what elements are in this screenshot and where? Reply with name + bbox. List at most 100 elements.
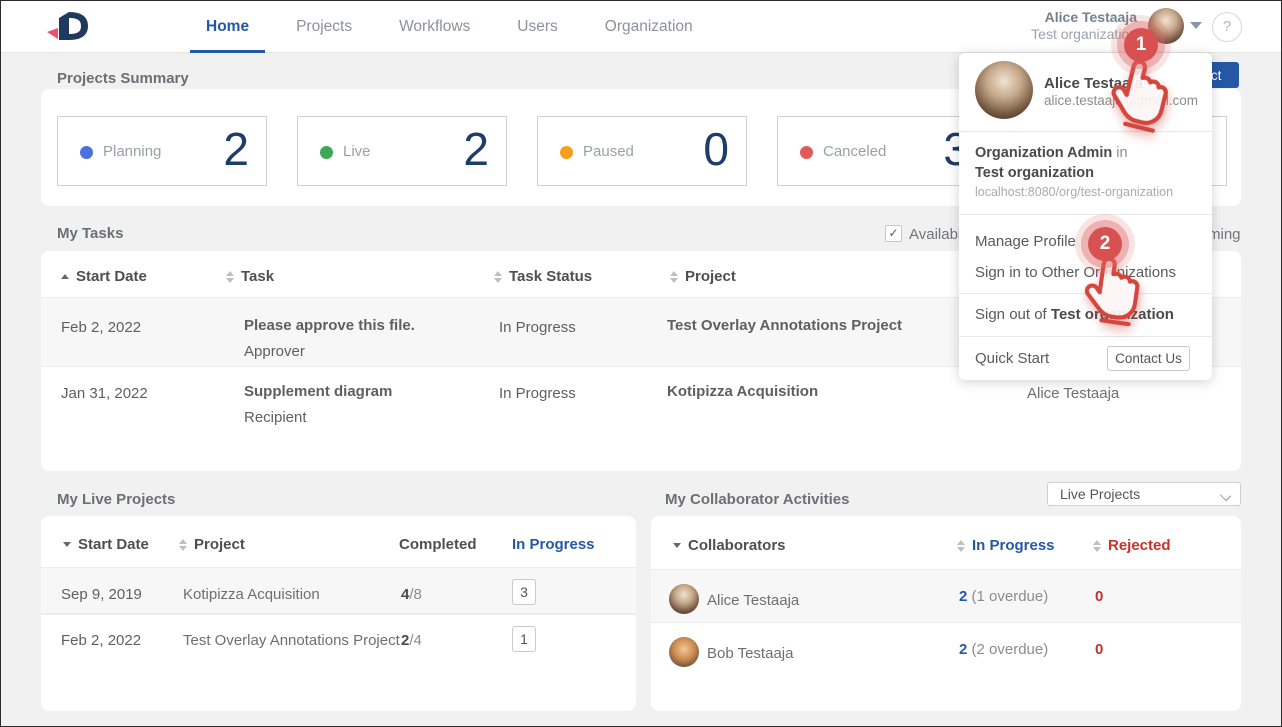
column-label: Start Date [78, 536, 149, 553]
sort-icon [226, 271, 234, 283]
nav-tab-organization[interactable]: Organization [605, 1, 693, 53]
stat-card-paused: Paused 0 [537, 116, 747, 186]
collaborator-activities-title: My Collaborator Activities [665, 491, 849, 508]
live-col-project[interactable]: Project [179, 536, 245, 553]
planning-status-dot-icon [80, 146, 93, 159]
nav-tab-home[interactable]: Home [206, 1, 249, 53]
user-dropdown-menu: Alice Testaaja alice.testaaja@gmail.com … [959, 53, 1212, 380]
stat-value: 2 [223, 122, 248, 176]
column-label: Project [685, 268, 736, 285]
column-label: Collaborators [688, 537, 786, 554]
chevron-down-icon [1220, 490, 1231, 501]
menu-item-sign-out[interactable]: Sign out of Test organization [975, 306, 1174, 323]
task-project: Kotipizza Acquisition [667, 383, 818, 400]
nav-tab-users[interactable]: Users [517, 1, 557, 53]
column-label: In Progress [972, 537, 1055, 554]
user-name: Alice Testaaja [937, 9, 1137, 26]
task-role: Recipient [244, 409, 307, 426]
task-name: Please approve this file. [244, 317, 415, 334]
collaborator-name: Bob Testaaja [707, 645, 793, 662]
menu-item-quick-start[interactable]: Quick Start [975, 350, 1049, 367]
stat-label: Planning [103, 143, 161, 160]
tasks-col-project[interactable]: Project [670, 268, 736, 285]
nav-tab-projects[interactable]: Projects [296, 1, 352, 53]
canceled-status-dot-icon [800, 146, 813, 159]
column-label: Completed [399, 536, 477, 553]
chevron-down-icon[interactable] [1190, 22, 1202, 29]
collab-col-in-progress[interactable]: In Progress [957, 537, 1055, 554]
stat-label: Live [343, 143, 371, 160]
collaborator-avatar [669, 584, 699, 614]
collaborator-avatar [669, 637, 699, 667]
task-name: Supplement diagram [244, 383, 392, 400]
column-label: Start Date [76, 268, 147, 285]
live-col-in-progress[interactable]: In Progress [512, 536, 595, 553]
brand-logo-icon[interactable] [45, 9, 91, 45]
stat-card-canceled: Canceled 3 [777, 116, 987, 186]
sort-desc-icon [63, 542, 71, 547]
dropdown-org-url: localhost:8080/org/test-organization [975, 185, 1173, 199]
live-col-completed[interactable]: Completed [399, 536, 477, 553]
nav-tab-workflows[interactable]: Workflows [399, 1, 470, 53]
sort-icon [957, 540, 965, 552]
column-label: Task [241, 268, 274, 285]
stat-label: Paused [583, 143, 634, 160]
stat-label: Canceled [823, 143, 886, 160]
projects-summary-title: Projects Summary [57, 70, 189, 87]
collab-rejected: 0 [1095, 641, 1103, 658]
live-col-start-date[interactable]: Start Date [63, 536, 149, 553]
project-filter-select[interactable]: Live Projects [1047, 482, 1241, 506]
contact-us-button[interactable]: Contact Us [1107, 346, 1190, 371]
my-live-projects-title: My Live Projects [57, 491, 175, 508]
my-live-projects-table: Start Date Project Completed In Progress… [41, 516, 636, 711]
hand-pointer-icon [1076, 252, 1148, 336]
collab-in-progress: 2 (1 overdue) [959, 588, 1048, 605]
tutorial-step-1-badge: 1 [1124, 28, 1158, 62]
top-navbar: Home Projects Workflows Users Organizati… [1, 1, 1281, 53]
in-progress-count[interactable]: 1 [512, 626, 536, 652]
task-start-date: Feb 2, 2022 [61, 319, 141, 336]
tutorial-step-2-badge: 2 [1088, 227, 1122, 261]
sort-asc-icon [61, 274, 69, 279]
live-project-name: Test Overlay Annotations Project [183, 632, 400, 649]
collab-in-progress: 2 (2 overdue) [959, 641, 1048, 658]
column-label: In Progress [512, 536, 595, 553]
collab-col-rejected[interactable]: Rejected [1093, 537, 1171, 554]
task-owner: Alice Testaaja [1027, 385, 1119, 402]
column-label: Rejected [1108, 537, 1171, 554]
paused-status-dot-icon [560, 146, 573, 159]
user-organization: Test organization [937, 26, 1137, 43]
live-completed: 2/4 [401, 632, 422, 649]
stat-card-live: Live 2 [297, 116, 507, 186]
task-status: In Progress [499, 385, 576, 402]
stat-value: 0 [703, 122, 728, 176]
in-progress-count[interactable]: 3 [512, 579, 536, 605]
column-label: Project [194, 536, 245, 553]
sort-icon [179, 539, 187, 551]
task-status: In Progress [499, 319, 576, 336]
task-start-date: Jan 31, 2022 [61, 385, 148, 402]
column-label: Task Status [509, 268, 592, 285]
live-project-name: Kotipizza Acquisition [183, 586, 320, 603]
live-status-dot-icon [320, 146, 333, 159]
menu-item-manage-profile[interactable]: Manage Profile [975, 233, 1076, 250]
sort-icon [494, 271, 502, 283]
tasks-col-start-date[interactable]: Start Date [61, 268, 147, 285]
help-button[interactable]: ? [1212, 12, 1242, 42]
tasks-col-task[interactable]: Task [226, 268, 274, 285]
available-checkbox[interactable] [885, 225, 902, 242]
collab-col-collaborators[interactable]: Collaborators [673, 537, 786, 554]
user-menu-trigger[interactable]: Alice Testaaja Test organization [937, 9, 1137, 43]
dropdown-org-name: Test organization [975, 165, 1094, 181]
collaborator-name: Alice Testaaja [707, 592, 799, 609]
dropdown-role-line: Organization Admin in [975, 145, 1128, 161]
collaborator-activities-table: Collaborators In Progress Rejected Alice… [651, 516, 1241, 711]
sort-desc-icon [673, 543, 681, 548]
tasks-col-task-status[interactable]: Task Status [494, 268, 592, 285]
stat-value: 2 [463, 122, 488, 176]
live-start-date: Feb 2, 2022 [61, 632, 141, 649]
app-window: Home Projects Workflows Users Organizati… [0, 0, 1282, 727]
stat-card-planning: Planning 2 [57, 116, 267, 186]
task-project: Test Overlay Annotations Project [667, 317, 902, 334]
dropdown-user-avatar [975, 61, 1033, 119]
